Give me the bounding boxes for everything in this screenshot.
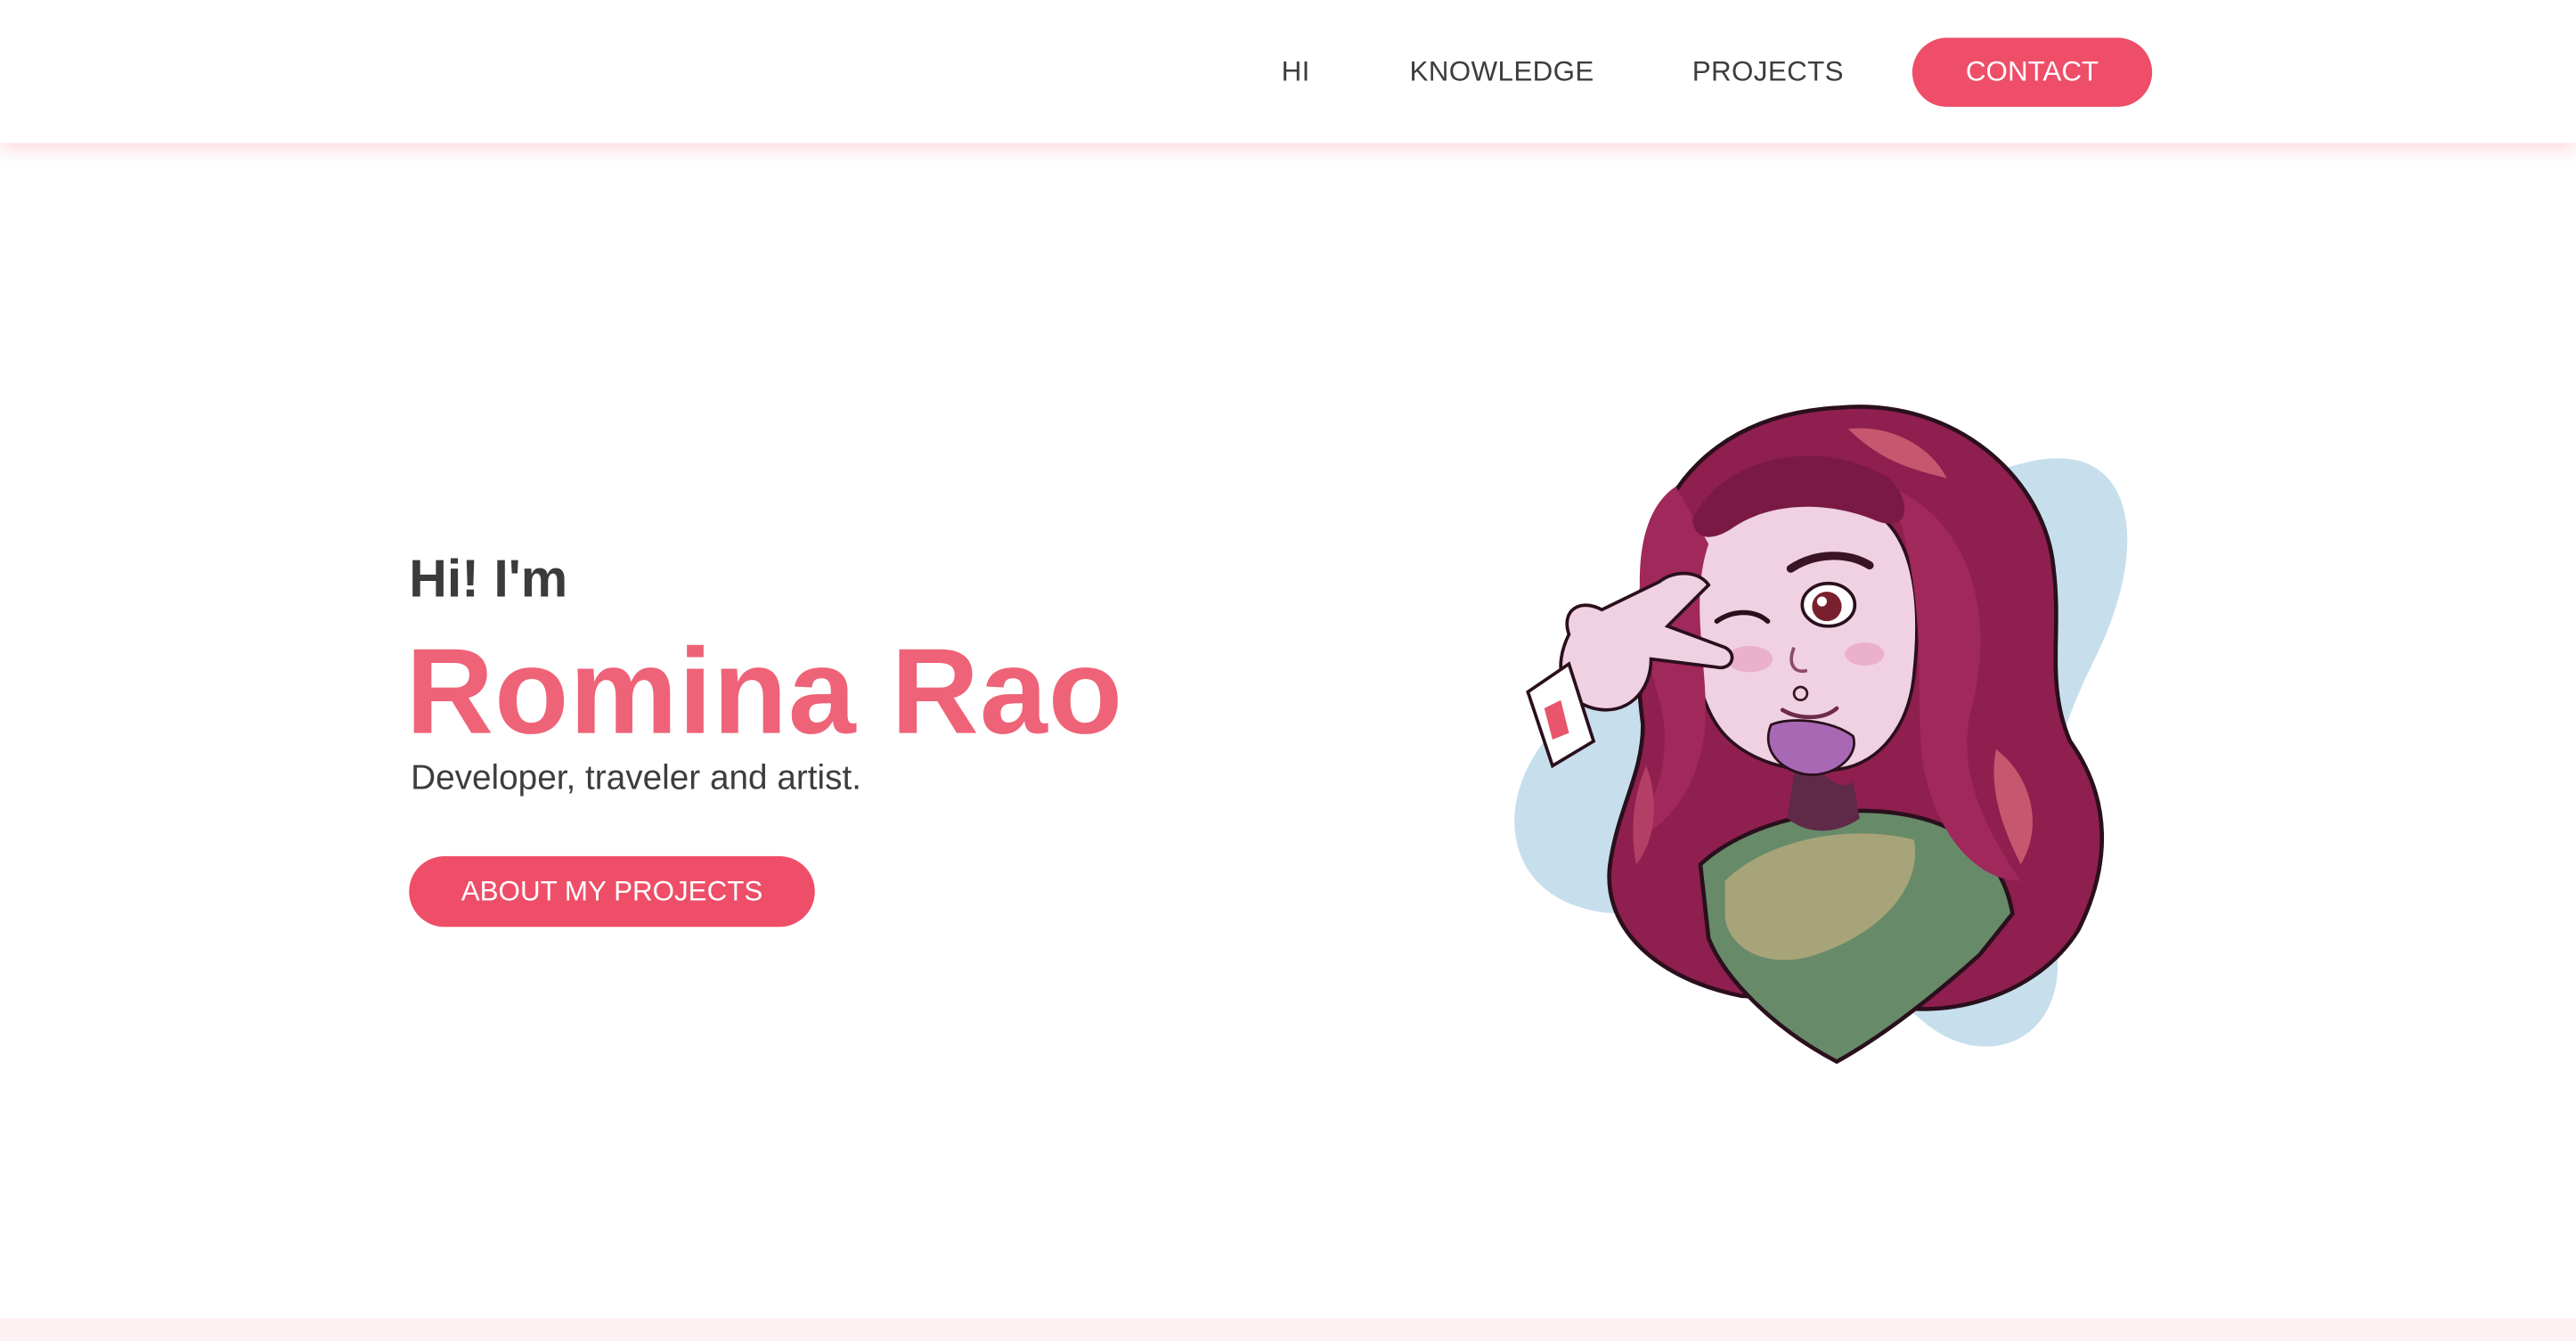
about-my-projects-button[interactable]: ABOUT MY PROJECTS bbox=[409, 855, 815, 928]
top-navigation-bar: HI KNOWLEDGE PROJECTS CONTACT bbox=[0, 0, 2576, 143]
page: HI KNOWLEDGE PROJECTS CONTACT Hi! I'm Ro… bbox=[0, 0, 2576, 1341]
nav-link-projects[interactable]: PROJECTS bbox=[1692, 37, 1844, 106]
nav-link-knowledge[interactable]: KNOWLEDGE bbox=[1409, 37, 1594, 106]
contact-button[interactable]: CONTACT bbox=[1912, 37, 2153, 107]
hero-name: Romina Rao bbox=[405, 623, 1124, 760]
avatar-illustration bbox=[1479, 388, 2152, 1078]
main-nav: HI KNOWLEDGE PROJECTS CONTACT bbox=[0, 37, 2576, 107]
nav-link-hi[interactable]: HI bbox=[1282, 37, 1310, 106]
next-section-strip bbox=[0, 1318, 2576, 1341]
hero-tagline: Developer, traveler and artist. bbox=[411, 759, 862, 797]
hero-greeting: Hi! I'm bbox=[409, 549, 568, 609]
